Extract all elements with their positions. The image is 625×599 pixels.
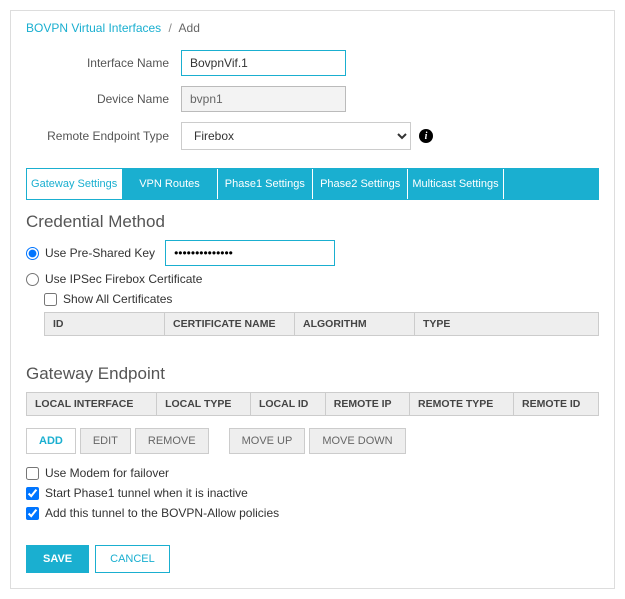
interface-name-label: Interface Name <box>26 56 181 70</box>
move-down-button[interactable]: MOVE DOWN <box>309 428 405 454</box>
breadcrumb-current: Add <box>179 21 200 35</box>
gateway-endpoint-heading: Gateway Endpoint <box>26 364 599 384</box>
tab-phase2-settings[interactable]: Phase2 Settings <box>313 169 408 199</box>
save-button[interactable]: SAVE <box>26 545 89 573</box>
cert-table: ID CERTIFICATE NAME ALGORITHM TYPE <box>44 312 599 336</box>
gateway-table: LOCAL INTERFACE LOCAL TYPE LOCAL ID REMO… <box>26 392 599 416</box>
move-up-button[interactable]: MOVE UP <box>229 428 306 454</box>
bovpn-allow-checkbox[interactable] <box>26 507 39 520</box>
breadcrumb-link[interactable]: BOVPN Virtual Interfaces <box>26 21 161 35</box>
modem-failover-label: Use Modem for failover <box>45 466 169 480</box>
show-all-certs-label: Show All Certificates <box>63 292 172 306</box>
info-icon[interactable]: i <box>419 129 433 143</box>
phase1-tunnel-checkbox[interactable] <box>26 487 39 500</box>
cancel-button[interactable]: CANCEL <box>95 545 170 573</box>
tab-phase1-settings[interactable]: Phase1 Settings <box>218 169 313 199</box>
modem-failover-checkbox[interactable] <box>26 467 39 480</box>
gw-col-remote-ip: REMOTE IP <box>325 393 409 416</box>
tab-multicast-settings[interactable]: Multicast Settings <box>408 169 503 199</box>
psk-label: Use Pre-Shared Key <box>45 246 155 260</box>
tab-gateway-settings[interactable]: Gateway Settings <box>27 169 122 199</box>
show-all-certs-checkbox[interactable] <box>44 293 57 306</box>
bovpn-allow-label: Add this tunnel to the BOVPN-Allow polic… <box>45 506 279 520</box>
cert-col-name: CERTIFICATE NAME <box>165 313 295 336</box>
tab-empty <box>504 169 598 199</box>
cert-col-algo: ALGORITHM <box>295 313 415 336</box>
cert-col-id: ID <box>45 313 165 336</box>
cert-label: Use IPSec Firebox Certificate <box>45 272 202 286</box>
remote-endpoint-select[interactable]: Firebox <box>181 122 411 150</box>
tabs: Gateway Settings VPN Routes Phase1 Setti… <box>26 168 599 200</box>
psk-radio[interactable] <box>26 247 39 260</box>
device-name-input[interactable] <box>181 86 346 112</box>
device-name-label: Device Name <box>26 92 181 106</box>
gw-col-remote-id: REMOTE ID <box>514 393 599 416</box>
remove-button[interactable]: REMOVE <box>135 428 209 454</box>
credential-method-heading: Credential Method <box>26 212 599 232</box>
gw-col-remote-type: REMOTE TYPE <box>410 393 514 416</box>
gw-col-local-interface: LOCAL INTERFACE <box>27 393 157 416</box>
gw-col-local-id: LOCAL ID <box>250 393 325 416</box>
interface-name-input[interactable] <box>181 50 346 76</box>
remote-endpoint-label: Remote Endpoint Type <box>26 129 181 143</box>
gw-col-local-type: LOCAL TYPE <box>157 393 251 416</box>
breadcrumb: BOVPN Virtual Interfaces / Add <box>26 21 599 35</box>
cert-radio[interactable] <box>26 273 39 286</box>
edit-button[interactable]: EDIT <box>80 428 131 454</box>
phase1-tunnel-label: Start Phase1 tunnel when it is inactive <box>45 486 248 500</box>
psk-input[interactable] <box>165 240 335 266</box>
cert-col-type: TYPE <box>415 313 599 336</box>
tab-vpn-routes[interactable]: VPN Routes <box>122 169 217 199</box>
breadcrumb-separator: / <box>169 21 172 35</box>
add-button[interactable]: ADD <box>26 428 76 454</box>
